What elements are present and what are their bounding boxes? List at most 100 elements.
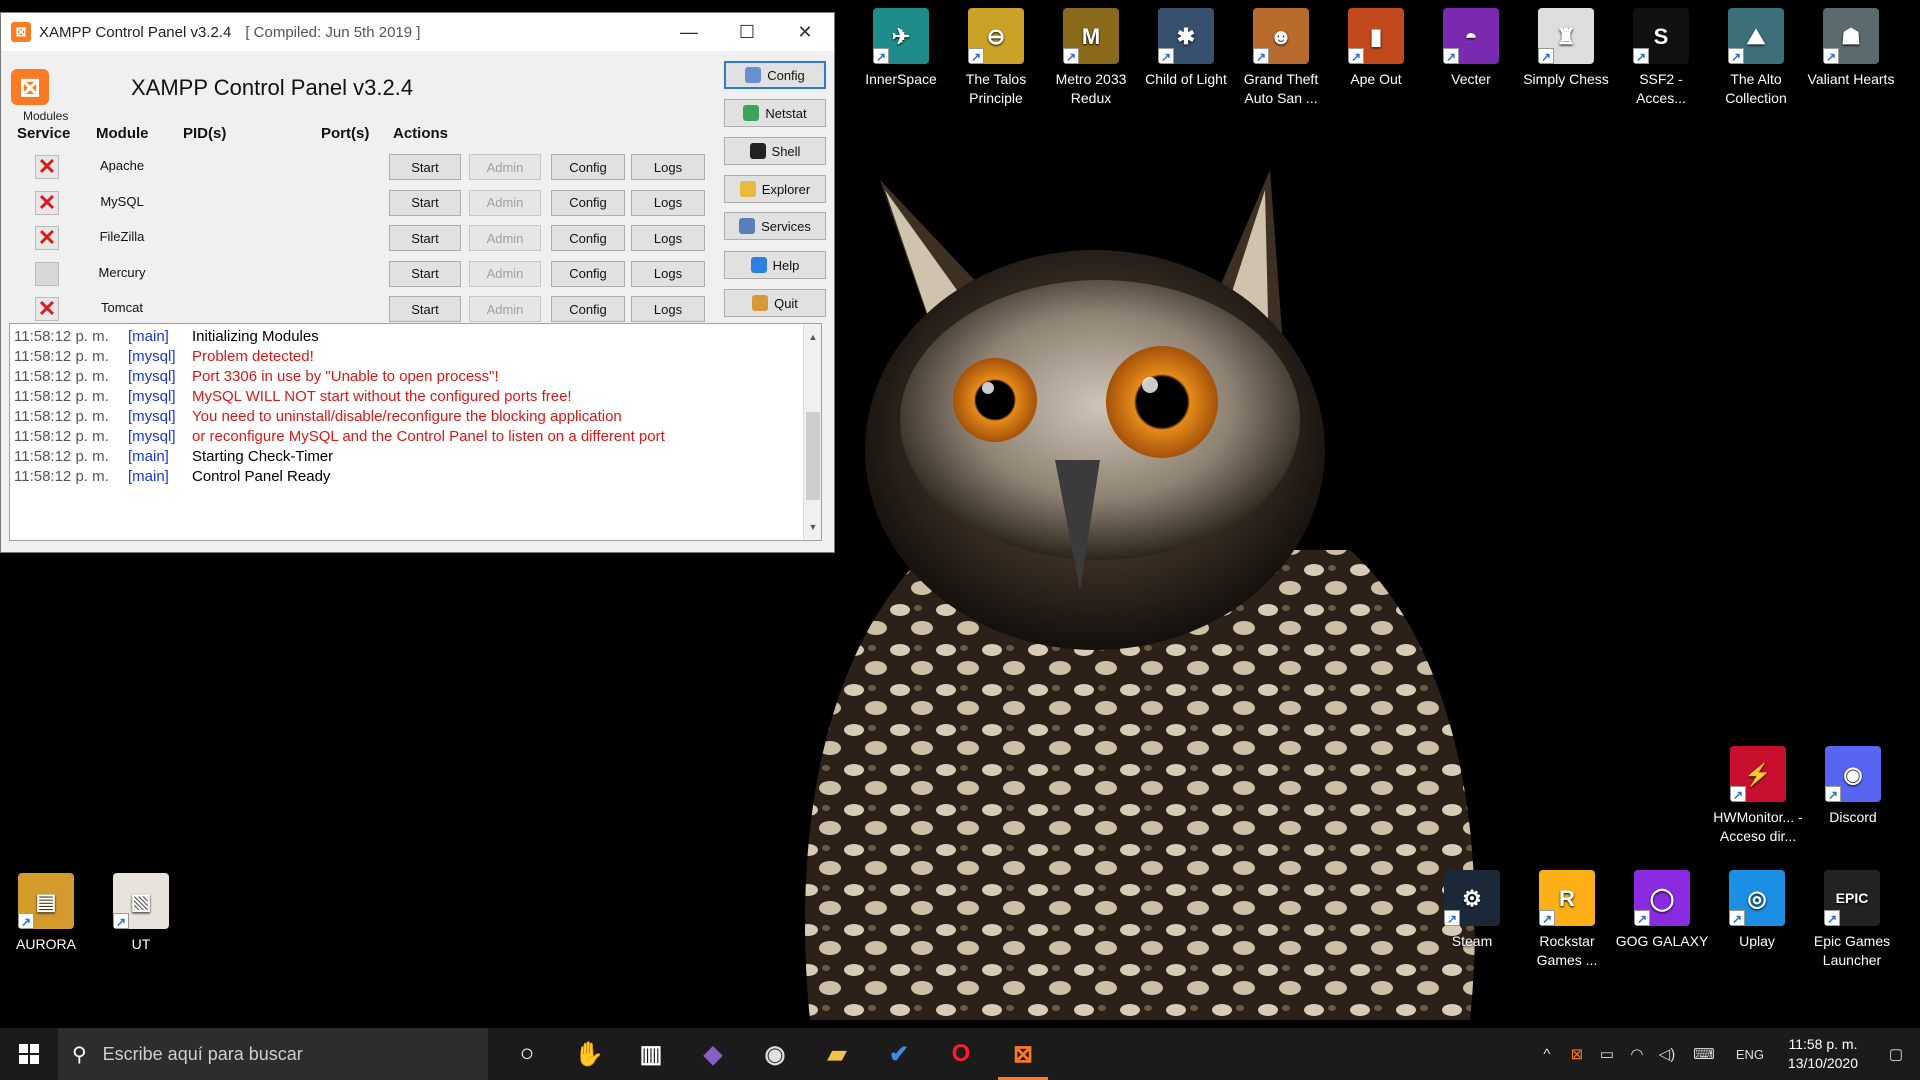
help-button[interactable]: Help [724,251,826,279]
admin-button[interactable]: Admin [469,296,541,322]
desktop-icon[interactable]: S ↗ SSF2 - Acces... [1613,8,1709,108]
scroll-down-icon[interactable]: ▼ [804,517,821,537]
service-checkbox[interactable]: ✕ [35,190,59,215]
services-button[interactable]: Services [724,212,826,240]
app-icon: ⛰ ↗ [1728,8,1784,64]
notifications-icon[interactable]: ▢ [1872,1028,1920,1080]
log-scrollbar[interactable]: ▲ ▼ [803,324,821,540]
library-icon: ▥ [639,1040,663,1068]
desktop-icon[interactable]: ◉ ↗ Discord [1805,746,1901,827]
taskbar-app[interactable]: ⊠ [992,1028,1054,1080]
desktop-icon[interactable]: ✱ ↗ Child of Light [1138,8,1234,89]
app-glyph: ◯ [1649,885,1675,911]
taskbar-app[interactable]: ○ [496,1028,558,1080]
scroll-thumb[interactable] [806,412,820,500]
desktop-icon[interactable]: ◎ ↗ Uplay [1709,870,1805,951]
module-config-button[interactable]: Config [551,154,625,180]
taskbar-app[interactable]: O [930,1028,992,1080]
module-config-button[interactable]: Config [551,296,625,322]
taskbar-app[interactable]: ◉ [744,1028,806,1080]
show-hidden-icons-icon[interactable]: ^ [1532,1028,1562,1080]
xampp-tray-icon[interactable]: ⊠ [1562,1028,1592,1080]
logs-button[interactable]: Logs [631,189,705,216]
module-row: ✕ Tomcat Start Admin Config Logs [1,291,711,325]
app-icon: ◉ ↗ [1825,746,1881,802]
module-config-button[interactable]: Config [551,189,625,216]
start-button[interactable]: Start [389,225,461,251]
app-glyph: ☻ [1269,23,1293,49]
start-button[interactable]: Start [389,189,461,216]
search-input[interactable]: Escribe aquí para buscar [103,1044,303,1065]
service-checkbox[interactable]: ✕ [35,155,59,179]
desktop-icon[interactable]: ▧ ↗ UT [93,873,189,954]
module-config-button[interactable]: Config [551,225,625,251]
desktop-icon-label: AURORA [16,936,76,952]
column-header-service: Service [17,125,71,142]
logs-button[interactable]: Logs [631,225,705,251]
logs-button[interactable]: Logs [631,260,705,287]
taskbar-app[interactable]: ▰ [806,1028,868,1080]
desktop-icon[interactable]: ☻ ↗ Grand Theft Auto San ... [1233,8,1329,108]
desktop-icon[interactable]: R ↗ Rockstar Games ... [1519,870,1615,970]
maximize-button[interactable]: ☐ [718,13,776,51]
config-button[interactable]: Config [724,61,826,89]
window-titlebar[interactable]: ⊠ XAMPP Control Panel v3.2.4 [ Compiled:… [1,13,834,51]
taskbar-search[interactable]: ⚲ Escribe aquí para buscar [58,1028,488,1080]
shortcut-arrow-icon: ↗ [1728,48,1744,64]
language-indicator[interactable]: ENG [1726,1028,1774,1080]
desktop-icon[interactable]: ♜ ↗ Simply Chess [1518,8,1614,89]
start-button[interactable]: Start [389,260,461,287]
quit-button[interactable]: Quit [724,289,826,317]
scroll-up-icon[interactable]: ▲ [804,327,821,347]
battery-icon[interactable]: ▭ [1592,1028,1622,1080]
desktop-icon[interactable]: ⊖ ↗ The Talos Principle [948,8,1044,108]
log-panel[interactable]: 11:58:12 p. m. [main] Initializing Modules… [9,323,822,541]
desktop-icon[interactable]: ◓ ↗ Vecter [1423,8,1519,89]
taskbar-app[interactable]: ◆ [682,1028,744,1080]
close-button[interactable]: ✕ [776,13,834,51]
service-checkbox[interactable] [35,261,59,286]
shortcut-arrow-icon: ↗ [1158,48,1174,64]
shell-button[interactable]: Shell [724,137,826,165]
desktop-icon[interactable]: ▤ ↗ AURORA [0,873,94,954]
log-source: [mysql] [128,368,176,385]
service-checkbox[interactable]: ✕ [35,226,59,250]
admin-button[interactable]: Admin [469,225,541,251]
app-glyph: ⚙ [1462,885,1482,911]
log-source: [main] [128,448,169,465]
wifi-icon[interactable]: ◠ [1622,1028,1652,1080]
desktop-icon[interactable]: EPIC ↗ Epic Games Launcher [1804,870,1900,970]
app-icon: ♜ ↗ [1538,8,1594,64]
start-button[interactable]: Start [389,296,461,322]
app-glyph: ⛰ [1746,23,1766,49]
admin-button[interactable]: Admin [469,154,541,180]
start-button[interactable]: Start [389,154,461,180]
desktop-icon[interactable]: ⛰ ↗ The Alto Collection [1708,8,1804,108]
service-checkbox[interactable]: ✕ [35,297,59,321]
volume-icon[interactable]: ◁) [1652,1028,1682,1080]
netstat-button[interactable]: Netstat [724,99,826,127]
logs-button[interactable]: Logs [631,296,705,322]
log-line: 11:58:12 p. m. [main] Initializing Modules [14,327,821,347]
clock[interactable]: 11:58 p. m. 13/10/2020 [1774,1035,1872,1073]
quit-icon [752,295,769,311]
logs-button[interactable]: Logs [631,154,705,180]
explorer-button[interactable]: Explorer [724,175,826,203]
desktop-icon[interactable]: ⚙ ↗ Steam [1424,870,1520,951]
module-config-button[interactable]: Config [551,260,625,287]
taskbar-app[interactable]: ✋ [558,1028,620,1080]
desktop-icon[interactable]: ✈ ↗ InnerSpace [853,8,949,89]
keyboard-icon[interactable]: ⌨ [1682,1028,1726,1080]
desktop-icon[interactable]: ☗ ↗ Valiant Hearts [1803,8,1899,89]
taskbar-app[interactable]: ✔ [868,1028,930,1080]
taskbar-app[interactable]: ▥ [620,1028,682,1080]
desktop-icon[interactable]: ◯ ↗ GOG GALAXY [1614,870,1710,951]
start-button[interactable] [0,1028,58,1080]
desktop-icon[interactable]: ⚡ ↗ HWMonitor... - Acceso dir... [1710,746,1806,846]
log-message: Problem detected! [192,348,314,365]
desktop-icon[interactable]: ▮ ↗ Ape Out [1328,8,1424,89]
admin-button[interactable]: Admin [469,189,541,216]
admin-button[interactable]: Admin [469,260,541,287]
desktop-icon[interactable]: M ↗ Metro 2033 Redux [1043,8,1139,108]
minimize-button[interactable]: — [660,13,718,51]
